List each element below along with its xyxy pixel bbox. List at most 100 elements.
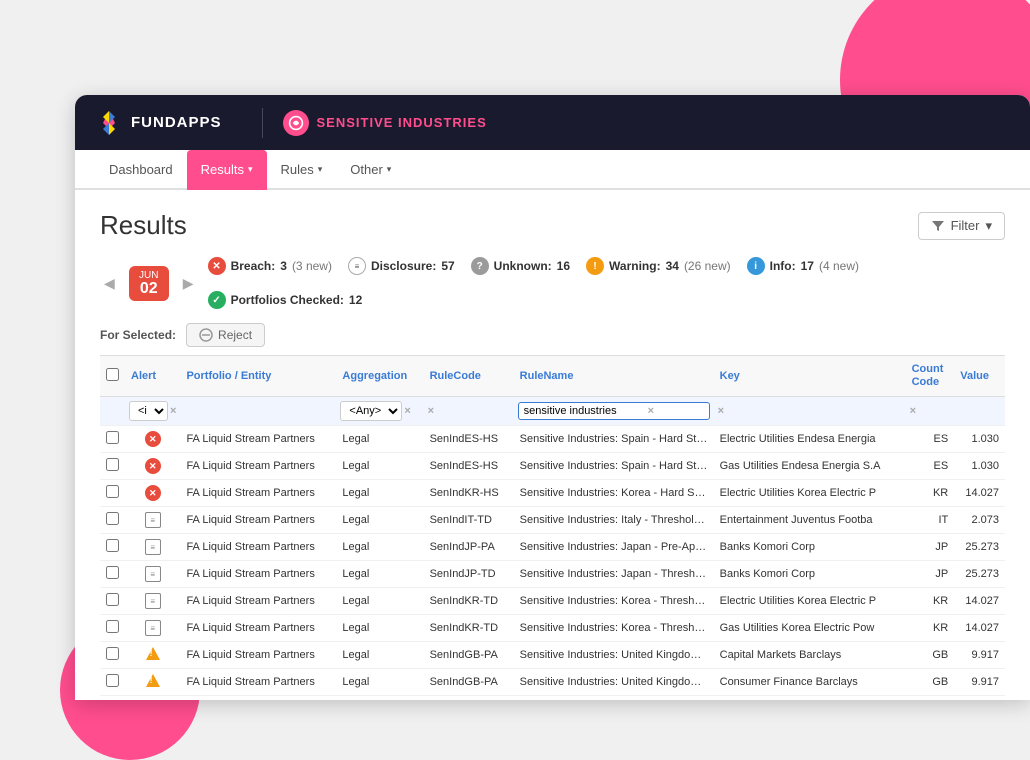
date-day: 02 xyxy=(139,281,159,297)
unknown-label: Unknown: xyxy=(494,259,552,273)
rulename-cell: Sensitive Industries: Korea - Hard Stop xyxy=(514,480,714,507)
logo-icon xyxy=(95,109,123,137)
results-chevron-icon: ▾ xyxy=(248,164,253,175)
value-cell: 14.027 xyxy=(954,615,1005,642)
value-cell: 25.273 xyxy=(954,534,1005,561)
row-checkbox[interactable] xyxy=(106,593,119,606)
for-selected-label: For Selected: xyxy=(100,328,176,342)
breach-alert-icon: ✕ xyxy=(145,431,161,447)
unknown-count: 16 xyxy=(557,259,570,273)
aggregation-cell: Legal xyxy=(336,588,423,615)
warning-label: Warning: xyxy=(609,259,661,273)
row-checkbox[interactable] xyxy=(106,620,119,633)
value-cell: 14.027 xyxy=(954,588,1005,615)
disclosure-alert-icon: ≡ xyxy=(145,539,161,555)
row-checkbox[interactable] xyxy=(106,512,119,525)
aggregation-cell: Legal xyxy=(336,669,423,696)
key-cell: Gas Utilities Korea Electric Pow xyxy=(714,615,906,642)
row-checkbox[interactable] xyxy=(106,431,119,444)
row-checkbox[interactable] xyxy=(106,458,119,471)
table-body: ✕ FA Liquid Stream Partners Legal SenInd… xyxy=(100,426,1005,700)
filter-icon xyxy=(931,219,945,233)
table-row: ≡ FA Liquid Stream Partners Legal SenInd… xyxy=(100,534,1005,561)
code-cell: JP xyxy=(906,534,955,561)
table-row: ≡ FA Liquid Stream Partners Legal SenInd… xyxy=(100,561,1005,588)
disclosure-alert-icon: ≡ xyxy=(145,620,161,636)
checked-badge: ✓ Portfolios Checked: 12 xyxy=(208,291,363,309)
info-new: (4 new) xyxy=(819,259,859,273)
sensitive-industries-label: SENSITIVE INDUSTRIES xyxy=(317,115,487,130)
code-cell: GB xyxy=(906,669,955,696)
select-all-checkbox[interactable] xyxy=(106,368,119,381)
filter-aggregation-col: <Any> × xyxy=(336,397,423,426)
rulecode-cell: SenIndGB-PA xyxy=(424,642,514,669)
rulecode-cell: SenIndKR-HS xyxy=(424,480,514,507)
filter-rulename-col: × xyxy=(514,397,714,426)
key-cell: Electric Utilities Endesa Energia xyxy=(714,426,906,453)
key-cell: Electric Utilities Korea Electric P xyxy=(714,480,906,507)
results-table: Alert Portfolio / Entity Aggregation Rul… xyxy=(100,355,1005,700)
aggregation-cell: Legal xyxy=(336,453,423,480)
nav-dashboard[interactable]: Dashboard xyxy=(95,150,187,190)
reject-button[interactable]: Reject xyxy=(186,323,265,347)
status-badges-row: ✕ Breach: 3 (3 new) ≡ Disclosure: 57 ? U… xyxy=(208,257,1005,309)
code-cell: KR xyxy=(906,615,955,642)
sensitive-industries-badge: SENSITIVE INDUSTRIES xyxy=(283,110,487,136)
key-filter-clear[interactable]: × xyxy=(718,405,724,417)
disclosure-label: Disclosure: xyxy=(371,259,436,273)
header-value: Value xyxy=(954,356,1005,397)
portfolio-cell: FA Liquid Stream Partners xyxy=(180,561,336,588)
portfolio-cell: FA Liquid Stream Partners xyxy=(180,615,336,642)
rulecode-cell: SenIndJP-TD xyxy=(424,561,514,588)
filter-button[interactable]: Filter ▾ xyxy=(918,212,1005,240)
row-checkbox[interactable] xyxy=(106,647,119,660)
prev-date-arrow[interactable]: ◀ xyxy=(100,271,119,296)
aggregation-cell: Legal xyxy=(336,615,423,642)
next-date-arrow[interactable]: ▶ xyxy=(179,271,198,296)
header-rulename[interactable]: RuleName xyxy=(514,356,714,397)
code-cell: GB xyxy=(906,696,955,700)
header-rulecode[interactable]: RuleCode xyxy=(424,356,514,397)
rulename-filter-clear[interactable]: × xyxy=(648,405,654,417)
header-portfolio[interactable]: Portfolio / Entity xyxy=(180,356,336,397)
rulename-cell: Sensitive Industries: Korea - Threshold … xyxy=(514,588,714,615)
breach-alert-icon: ✕ xyxy=(145,485,161,501)
code-filter-clear[interactable]: × xyxy=(910,405,916,417)
key-cell: Capital Markets Barclays xyxy=(714,642,906,669)
row-checkbox[interactable] xyxy=(106,566,119,579)
filter-row: <i × <Any> × xyxy=(100,397,1005,426)
aggregation-filter-select[interactable]: <Any> xyxy=(340,401,402,421)
rulename-filter-input[interactable] xyxy=(524,405,644,417)
rulename-cell: Sensitive Industries: Korea - Threshold … xyxy=(514,615,714,642)
rulecode-filter-clear[interactable]: × xyxy=(428,405,434,417)
header-aggregation[interactable]: Aggregation xyxy=(336,356,423,397)
nav-other[interactable]: Other ▾ xyxy=(336,150,405,190)
portfolio-cell: FA Liquid Stream Partners xyxy=(180,453,336,480)
warning-badge: ! Warning: 34 (26 new) xyxy=(586,257,731,275)
code-cell: GB xyxy=(906,642,955,669)
portfolio-cell: FA Liquid Stream Partners xyxy=(180,507,336,534)
date-nav: ◀ Jun 02 ▶ ✕ Breach: 3 (3 new) ≡ Disclos… xyxy=(100,257,1005,309)
alert-filter-clear[interactable]: × xyxy=(170,405,176,417)
filter-key-col: × xyxy=(714,397,906,426)
aggregation-cell: Legal xyxy=(336,480,423,507)
breach-badge: ✕ Breach: 3 (3 new) xyxy=(208,257,332,275)
filter-portfolio-col xyxy=(180,397,336,426)
row-checkbox[interactable] xyxy=(106,674,119,687)
header-key[interactable]: Key xyxy=(714,356,906,397)
checked-count: 12 xyxy=(349,293,362,307)
table-row: ✕ FA Liquid Stream Partners Legal SenInd… xyxy=(100,426,1005,453)
row-checkbox[interactable] xyxy=(106,539,119,552)
info-badge: i Info: 17 (4 new) xyxy=(747,257,859,275)
other-chevron-icon: ▾ xyxy=(387,164,392,175)
rulecode-cell: SenIndGB-PA xyxy=(424,669,514,696)
filter-checkbox-col xyxy=(100,397,125,426)
nav-divider xyxy=(262,108,263,138)
value-cell: 2.073 xyxy=(954,507,1005,534)
alert-filter-select[interactable]: <i xyxy=(129,401,168,421)
aggregation-filter-clear[interactable]: × xyxy=(404,405,410,417)
row-checkbox[interactable] xyxy=(106,485,119,498)
breach-count: 3 xyxy=(280,259,287,273)
nav-rules[interactable]: Rules ▾ xyxy=(267,150,337,190)
nav-results[interactable]: Results ▾ xyxy=(187,150,267,190)
